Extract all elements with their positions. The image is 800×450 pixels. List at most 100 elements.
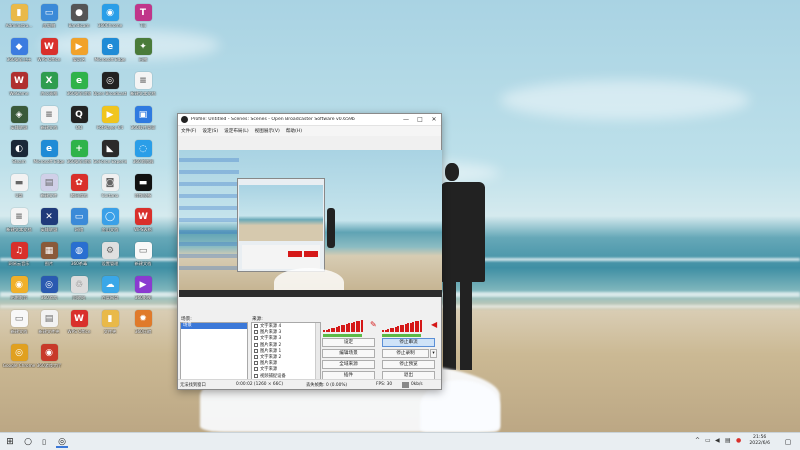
desktop-icon[interactable]: e Microsoft Edge bbox=[93, 38, 127, 70]
archive-icon: ✹ bbox=[134, 310, 152, 327]
source-visibility-checkbox[interactable] bbox=[254, 361, 258, 366]
desktop-icon[interactable]: W WPS Office bbox=[32, 38, 66, 70]
source-visibility-checkbox[interactable] bbox=[254, 355, 258, 360]
desktop-icon[interactable]: e Microsoft Edge bbox=[32, 140, 66, 172]
desktop-icon[interactable]: ◎ Google Chrome bbox=[2, 344, 36, 376]
record-dropdown-button[interactable]: ▾ bbox=[430, 349, 437, 358]
desktop-icon[interactable]: ◉ 360游戏大厅 bbox=[32, 344, 66, 376]
desktop-icon[interactable]: ◎ Open Broadcaster bbox=[93, 72, 127, 104]
edit-scene-button[interactable]: 编辑场景 bbox=[322, 349, 375, 358]
network-icon[interactable]: ▭ bbox=[705, 437, 711, 444]
desktop-icon[interactable]: ▶ 爱奇艺 bbox=[62, 38, 96, 70]
desktop-icon[interactable]: T Tiji bbox=[126, 4, 160, 36]
source-visibility-checkbox[interactable] bbox=[254, 342, 258, 347]
source-visibility-checkbox[interactable] bbox=[254, 367, 258, 372]
desktop-icon[interactable]: ◉ 迅雷影音 bbox=[2, 276, 36, 308]
menu-file[interactable]: 文件(F) bbox=[181, 128, 196, 134]
desktop-icon[interactable]: ≡ 新建文本文档 bbox=[2, 208, 36, 240]
antivirus-tray-icon[interactable]: ● bbox=[736, 437, 741, 444]
obs-title-bar[interactable]: Profile: Untitled - Scenes: Scenes - Ope… bbox=[178, 114, 441, 126]
desktop-icon[interactable]: W WeGame bbox=[2, 72, 36, 104]
desktop-icon[interactable]: ✿ 腾讯游戏 bbox=[62, 174, 96, 206]
desktop-icon[interactable]: ▣ 360软件管家 bbox=[126, 106, 160, 138]
desktop-icon[interactable]: W WPS Office bbox=[62, 310, 96, 342]
global-sources-button[interactable]: 全域来源 bbox=[322, 360, 375, 369]
desktop-icon[interactable]: ✹ 360压缩 bbox=[126, 310, 160, 342]
close-button[interactable]: ✕ bbox=[427, 116, 441, 123]
maximize-button[interactable]: □ bbox=[413, 116, 427, 123]
minimize-button[interactable]: — bbox=[399, 116, 413, 123]
desktop-icon[interactable]: ◯ 金山文档 bbox=[93, 208, 127, 240]
desktop-icon[interactable]: ▮ Administra... bbox=[2, 4, 36, 36]
desktop-icon[interactable]: ◌ 360浏览器 bbox=[126, 140, 160, 172]
desktop-icon[interactable]: W WPS表格 bbox=[126, 208, 160, 240]
scenes-list[interactable]: 场景 bbox=[180, 322, 248, 380]
desktop-icon[interactable]: ▦ 图片 bbox=[32, 242, 66, 274]
source-visibility-checkbox[interactable] bbox=[254, 324, 258, 329]
source-visibility-checkbox[interactable] bbox=[254, 336, 258, 341]
desktop-icon[interactable]: ▤ 新建文件 bbox=[32, 174, 66, 206]
task-view-icon[interactable]: ▯ bbox=[38, 436, 50, 448]
obs-window[interactable]: Profile: Untitled - Scenes: Scenes - Ope… bbox=[177, 113, 442, 390]
desktop-volume-slider[interactable] bbox=[382, 334, 421, 337]
desktop-icon[interactable]: ▤ 新建文件夹 bbox=[32, 310, 66, 342]
desktop-icon[interactable]: ◎ 360游戏 bbox=[32, 276, 66, 308]
chevron-up-icon[interactable]: ^ bbox=[695, 437, 700, 444]
stop-preview-button[interactable]: 停止预览 bbox=[382, 360, 435, 369]
desktop-icon[interactable]: ◉ 360Chrome bbox=[93, 4, 127, 36]
obs-preview[interactable] bbox=[179, 150, 442, 297]
desktop-icon[interactable]: ▭ 新建文档 bbox=[126, 242, 160, 274]
desktop-icon[interactable]: ☁ 百度网盘 bbox=[93, 276, 127, 308]
desktop-icon[interactable]: ● Bandicam bbox=[62, 4, 96, 36]
desktop-icon[interactable]: ◐ Steam bbox=[2, 140, 36, 172]
speaker-icon[interactable]: ◀ bbox=[431, 320, 437, 329]
desktop-icon[interactable]: ▭ 此电脑 bbox=[32, 4, 66, 36]
desktop-icon[interactable]: ▭ 新建文档 bbox=[2, 310, 36, 342]
desktop-icon[interactable]: ♫ 网易云音乐 bbox=[2, 242, 36, 274]
sources-scrollbar[interactable] bbox=[315, 323, 320, 379]
desktop-icon[interactable]: ✕ 英雄联盟 bbox=[32, 208, 66, 240]
desktop-icon[interactable]: ◍ 360杀毒 bbox=[62, 242, 96, 274]
stop-record-button[interactable]: 停止录制 bbox=[382, 349, 429, 358]
desktop-icon[interactable]: ◣ GeForce Experience bbox=[93, 140, 127, 172]
desktop-icon[interactable]: e 360安全浏览 bbox=[62, 72, 96, 104]
desktop-icon[interactable]: ◆ 360安全卫士 bbox=[2, 38, 36, 70]
desktop-icon[interactable]: ▬ U盘 bbox=[2, 174, 36, 206]
settings-button[interactable]: 设定 bbox=[322, 338, 375, 347]
menu-layout[interactable]: 设定布局(L) bbox=[224, 128, 249, 134]
desktop-icon[interactable]: ≡ 新建文档 bbox=[32, 106, 66, 138]
desktop-icon[interactable]: ⚙ 设置管理 bbox=[93, 242, 127, 274]
clock[interactable]: 21:56 2022/6/6 bbox=[749, 435, 770, 447]
desktop-icon[interactable]: ♲ 回收站 bbox=[62, 276, 96, 308]
desktop-icon[interactable]: ▶ PotPlayer 64 bbox=[93, 106, 127, 138]
microphone-icon[interactable]: ✎ bbox=[370, 320, 377, 329]
desktop-icon[interactable]: ▮ 文件夹 bbox=[93, 310, 127, 342]
stop-stream-button[interactable]: 停止串流 bbox=[382, 338, 435, 347]
desktop-icon[interactable]: ✦ 迅雷 bbox=[126, 38, 160, 70]
menu-settings[interactable]: 设定(S) bbox=[202, 128, 218, 134]
mic-volume-slider[interactable] bbox=[323, 334, 362, 337]
desktop-icon[interactable]: ▬ 音频设备 bbox=[126, 174, 160, 206]
source-item[interactable]: 视频捕捉设备 bbox=[252, 373, 320, 379]
windows-icon[interactable]: ⊞ bbox=[4, 436, 16, 448]
notification-icon[interactable]: ▢ bbox=[782, 436, 794, 448]
desktop-icon[interactable]: ▶ 360影视 bbox=[126, 276, 160, 308]
desktop-icon[interactable]: +360安全浏览 bbox=[62, 140, 96, 172]
search-icon[interactable]: ○ bbox=[22, 436, 34, 448]
obs-taskbar-icon[interactable]: ◎ bbox=[56, 436, 68, 448]
desktop-icon[interactable]: ▭ 网络 bbox=[62, 208, 96, 240]
source-visibility-checkbox[interactable] bbox=[254, 373, 258, 378]
sources-list[interactable]: 文字来源 4 图片来源 3 文字来源 3 图片来源 2 图片来源 1 文字来源 2 图片来源… bbox=[251, 322, 321, 380]
desktop-icon[interactable]: X 办公表格 bbox=[32, 72, 66, 104]
desktop-icon[interactable]: ◈ 英雄联盟 bbox=[2, 106, 36, 138]
source-visibility-checkbox[interactable] bbox=[254, 330, 258, 335]
volume-icon[interactable]: ◀ bbox=[715, 437, 720, 444]
menu-help[interactable]: 帮助(H) bbox=[286, 128, 302, 134]
desktop-icon[interactable]: Q QQ bbox=[62, 106, 96, 138]
source-visibility-checkbox[interactable] bbox=[254, 348, 258, 353]
scene-item[interactable]: 场景 bbox=[181, 323, 247, 329]
desktop-icon[interactable]: ≡ 新建文本文档 bbox=[126, 72, 160, 104]
menu-view[interactable]: 视图展示(V) bbox=[255, 128, 280, 134]
keyboard-icon[interactable]: ▤ bbox=[725, 437, 731, 444]
desktop-icon[interactable]: ◙ Cortana bbox=[93, 174, 127, 206]
